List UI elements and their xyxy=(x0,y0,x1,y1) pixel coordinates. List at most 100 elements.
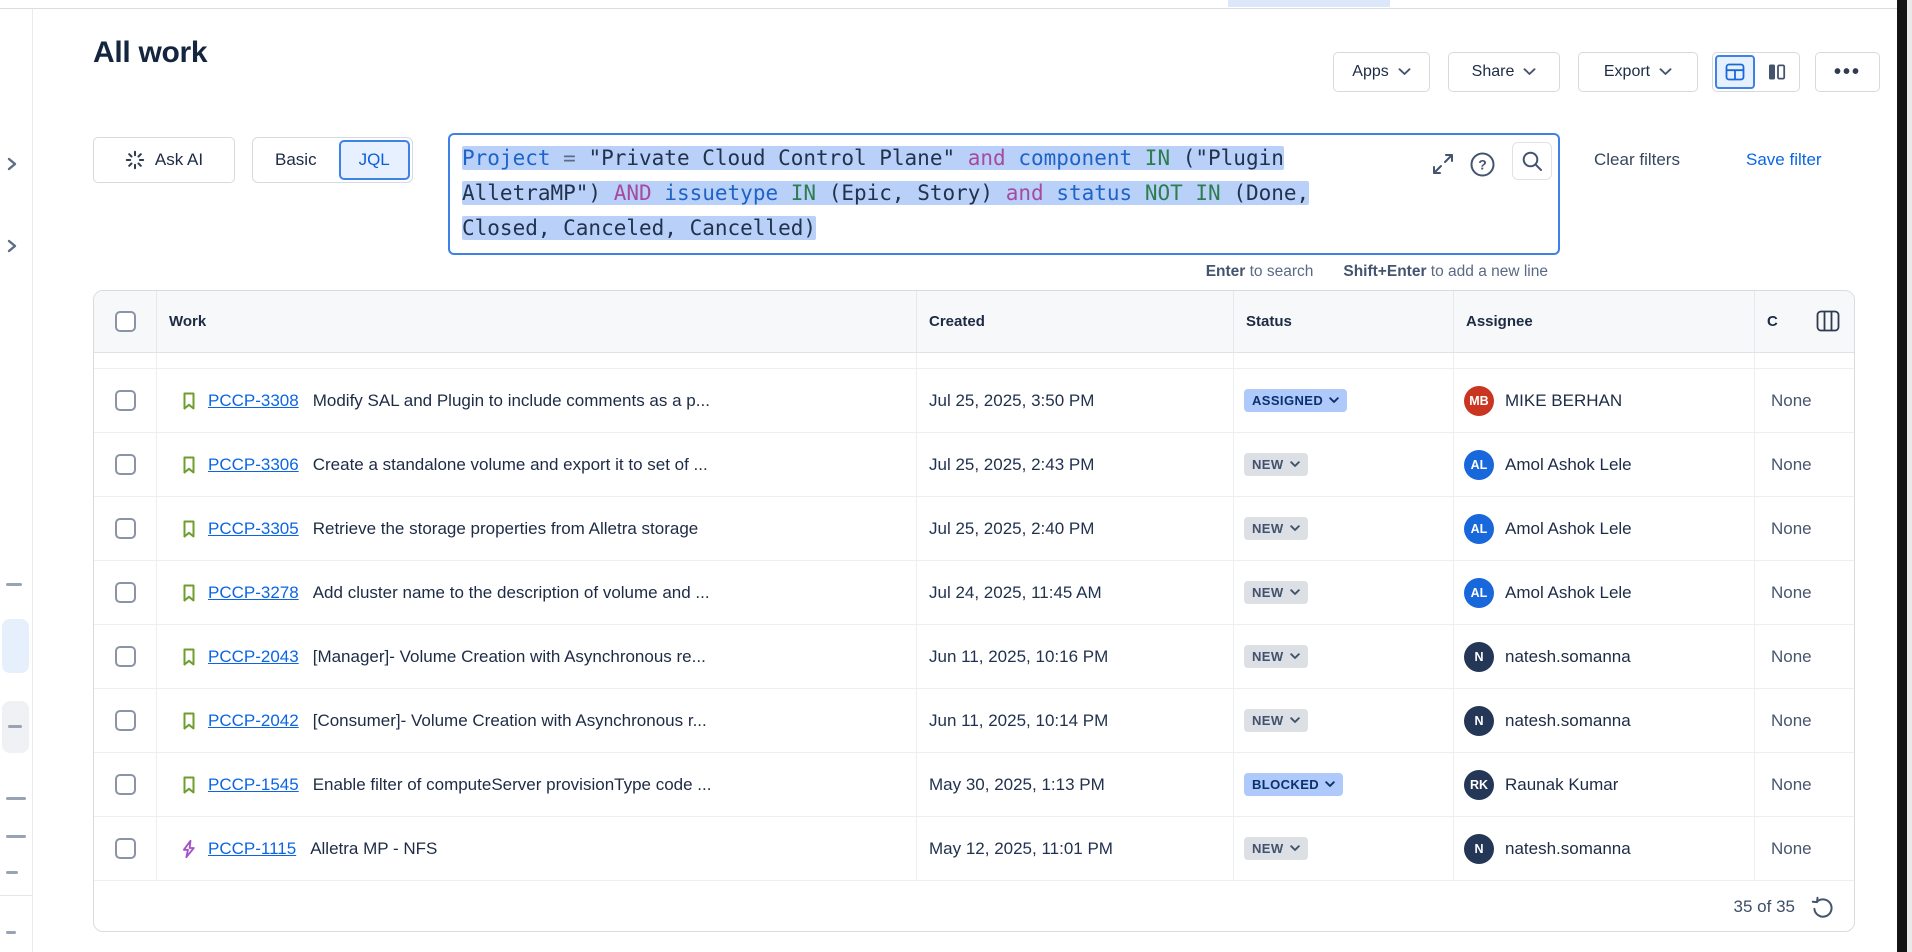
extra-cell: None xyxy=(1754,561,1854,624)
story-icon xyxy=(179,775,199,795)
table-row[interactable]: PCCP-2042 [Consumer]- Volume Creation wi… xyxy=(94,689,1854,753)
issue-key-link[interactable]: PCCP-1115 xyxy=(208,839,296,859)
table-row[interactable]: PCCP-2043 [Manager]- Volume Creation wit… xyxy=(94,625,1854,689)
status-badge[interactable]: NEW xyxy=(1244,581,1308,604)
column-header-work[interactable]: Work xyxy=(156,291,916,352)
ask-ai-label: Ask AI xyxy=(155,150,203,170)
table-row[interactable]: PCCP-3306 Create a standalone volume and… xyxy=(94,433,1854,497)
row-select-cell xyxy=(94,369,156,432)
table-row[interactable]: PCCP-3278 Add cluster name to the descri… xyxy=(94,561,1854,625)
status-badge[interactable]: NEW xyxy=(1244,709,1308,732)
collapsed-sidebar xyxy=(0,9,33,952)
row-checkbox[interactable] xyxy=(115,582,136,603)
jql-editor[interactable]: Project = "Private Cloud Control Plane" … xyxy=(448,133,1560,255)
row-checkbox[interactable] xyxy=(115,838,136,859)
issue-key-link[interactable]: PCCP-2042 xyxy=(208,711,299,731)
chevron-down-icon xyxy=(1398,68,1411,76)
work-cell: PCCP-3278 Add cluster name to the descri… xyxy=(156,561,916,624)
row-checkbox[interactable] xyxy=(115,518,136,539)
export-button[interactable]: Export xyxy=(1578,52,1698,92)
apps-button[interactable]: Apps xyxy=(1333,52,1430,92)
columns-icon xyxy=(1816,310,1840,332)
table-row[interactable]: PCCP-3305 Retrieve the storage propertie… xyxy=(94,497,1854,561)
syntax-help-button[interactable]: ? xyxy=(1468,150,1496,178)
status-badge[interactable]: BLOCKED xyxy=(1244,773,1343,796)
row-checkbox[interactable] xyxy=(115,710,136,731)
story-icon xyxy=(179,583,199,603)
status-label: NEW xyxy=(1252,841,1284,856)
column-header-status[interactable]: Status xyxy=(1233,291,1453,352)
issue-key-link[interactable]: PCCP-3305 xyxy=(208,519,299,539)
tab-jql[interactable]: JQL xyxy=(339,140,410,180)
assignee-name: MIKE BERHAN xyxy=(1505,391,1622,411)
assignee-cell: N natesh.somanna xyxy=(1453,817,1754,880)
assignee-cell: AL Amol Ashok Lele xyxy=(1453,561,1754,624)
status-badge[interactable]: NEW xyxy=(1244,837,1308,860)
row-select-cell xyxy=(94,817,156,880)
sidebar-hover-item[interactable] xyxy=(2,701,29,753)
row-checkbox[interactable] xyxy=(115,774,136,795)
status-badge[interactable]: ASSIGNED xyxy=(1244,389,1347,412)
assignee-name: natesh.somanna xyxy=(1505,711,1631,731)
status-badge[interactable]: NEW xyxy=(1244,517,1308,540)
chevron-right-icon[interactable] xyxy=(6,239,18,253)
tab-basic[interactable]: Basic xyxy=(253,150,339,170)
refresh-button[interactable] xyxy=(1811,896,1834,919)
status-label: NEW xyxy=(1252,713,1284,728)
more-actions-button[interactable]: ••• xyxy=(1815,52,1880,92)
created-date: May 30, 2025, 1:13 PM xyxy=(927,775,1105,795)
sidebar-item-fragment xyxy=(6,797,26,800)
created-cell: Jul 24, 2025, 11:45 AM xyxy=(916,561,1233,624)
sidebar-active-item[interactable] xyxy=(2,619,29,673)
extra-value: None xyxy=(1765,583,1812,603)
chevron-down-icon xyxy=(1329,397,1339,404)
table-row[interactable]: PCCP-3308 Modify SAL and Plugin to inclu… xyxy=(94,369,1854,433)
chevron-down-icon xyxy=(1659,68,1672,76)
extra-cell: None xyxy=(1754,753,1854,816)
issue-summary: [Consumer]- Volume Creation with Asynchr… xyxy=(313,711,707,731)
status-badge[interactable]: NEW xyxy=(1244,645,1308,668)
column-header-assignee[interactable]: Assignee xyxy=(1453,291,1754,352)
refresh-icon xyxy=(1811,896,1834,919)
ask-ai-button[interactable]: Ask AI xyxy=(93,137,235,183)
clear-filters-button[interactable]: Clear filters xyxy=(1594,150,1680,170)
status-badge[interactable]: NEW xyxy=(1244,453,1308,476)
run-search-button[interactable] xyxy=(1512,142,1552,180)
share-button[interactable]: Share xyxy=(1448,52,1560,92)
row-checkbox[interactable] xyxy=(115,454,136,475)
chevron-right-icon[interactable] xyxy=(6,157,18,171)
avatar: N xyxy=(1464,642,1494,672)
status-cell: BLOCKED xyxy=(1233,753,1453,816)
issue-key-link[interactable]: PCCP-3306 xyxy=(208,455,299,475)
configure-columns-button[interactable] xyxy=(1816,310,1840,336)
row-checkbox[interactable] xyxy=(115,390,136,411)
page-title: All work xyxy=(93,36,207,70)
issue-summary: Retrieve the storage properties from All… xyxy=(313,519,699,539)
issue-summary: Create a standalone volume and export it… xyxy=(313,455,708,475)
avatar: RK xyxy=(1464,770,1494,800)
chevron-down-icon xyxy=(1290,525,1300,532)
detail-view-button[interactable] xyxy=(1757,55,1797,89)
story-icon xyxy=(179,391,199,411)
row-checkbox[interactable] xyxy=(115,646,136,667)
expand-editor-button[interactable] xyxy=(1430,151,1456,177)
table-header-row: Work Created Status Assignee C xyxy=(94,291,1854,353)
issue-key-link[interactable]: PCCP-3308 xyxy=(208,391,299,411)
column-header-created[interactable]: Created xyxy=(916,291,1233,352)
created-cell: Jul 25, 2025, 3:50 PM xyxy=(916,369,1233,432)
jql-editor-text[interactable]: Project = "Private Cloud Control Plane" … xyxy=(462,141,1412,246)
table-row[interactable]: PCCP-1545 Enable filter of computeServer… xyxy=(94,753,1854,817)
issue-key-link[interactable]: PCCP-3278 xyxy=(208,583,299,603)
table-view-button[interactable] xyxy=(1715,55,1755,89)
issue-key-link[interactable]: PCCP-1545 xyxy=(208,775,299,795)
select-all-checkbox[interactable] xyxy=(115,311,136,332)
created-date: Jul 25, 2025, 2:43 PM xyxy=(927,455,1094,475)
chevron-down-icon xyxy=(1290,653,1300,660)
created-date: Jul 24, 2025, 11:45 AM xyxy=(927,583,1102,603)
story-icon xyxy=(179,519,199,539)
status-label: NEW xyxy=(1252,457,1284,472)
save-filter-link[interactable]: Save filter xyxy=(1746,150,1822,170)
table-row[interactable]: PCCP-1115 Alletra MP - NFS May 12, 2025,… xyxy=(94,817,1854,881)
expand-icon xyxy=(1431,152,1455,176)
issue-key-link[interactable]: PCCP-2043 xyxy=(208,647,299,667)
